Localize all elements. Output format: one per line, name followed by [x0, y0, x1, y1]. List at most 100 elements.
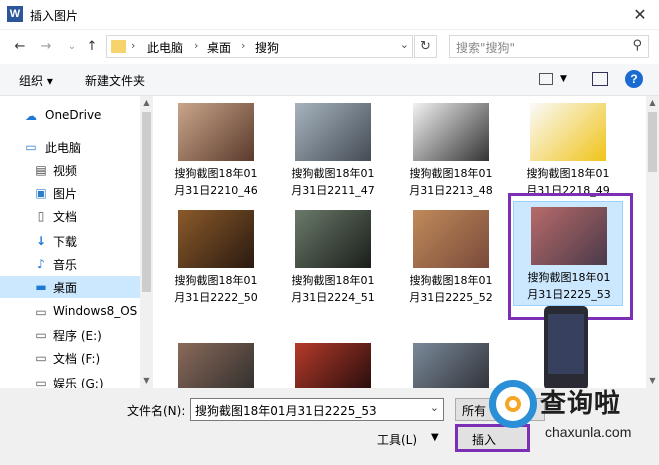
breadcrumb-desktop[interactable]: 桌面 [207, 39, 231, 56]
file-tile[interactable]: 搜狗截图18年01 月31日2222_50 [161, 205, 271, 310]
filename-label: 文件名(N): [127, 404, 186, 418]
file-tile[interactable]: 搜狗截图18年01 月31日2224_51 [278, 205, 388, 310]
preview-pane-icon[interactable] [592, 72, 608, 86]
sidebar-item-label: 此电脑 [45, 141, 82, 155]
filename-value: 搜狗截图18年01月31日2225_53 [195, 404, 377, 418]
breadcrumb-sogou[interactable]: 搜狗 [255, 39, 279, 56]
sidebar-item-music[interactable]: ♪ 音乐 [0, 253, 140, 275]
window-title: 插入图片 [30, 9, 79, 23]
file-thumbnail [295, 343, 371, 388]
file-name: 搜狗截图18年01 月31日2210_46 [174, 167, 258, 197]
document-icon: ▯ [37, 209, 45, 223]
navigation-pane: ☁ OneDrive ▭ 此电脑 ▤ 视频 ▣ 图片 ▯ 文档 ↓ 下载 ♪ 音… [0, 96, 153, 388]
command-toolbar: 组织 ▾ 新建文件夹 ▼ ? [0, 64, 659, 96]
scroll-down-icon[interactable]: ▼ [140, 374, 153, 388]
file-name: 搜狗截图18年01 月31日2211_47 [291, 167, 375, 197]
scroll-up-icon[interactable]: ▲ [140, 96, 153, 110]
view-dropdown-icon[interactable]: ▼ [560, 74, 567, 84]
sidebar-item-label: 娱乐 (G:) [53, 377, 104, 388]
sidebar-item-label: 桌面 [53, 281, 78, 295]
recent-dropdown-icon[interactable]: ⌄ [64, 38, 80, 56]
up-arrow-icon[interactable]: ↑ [84, 38, 100, 56]
filename-input[interactable]: 搜狗截图18年01月31日2225_53 ⌄ [190, 398, 444, 421]
watermark-text: 查询啦 [540, 389, 622, 419]
file-list-scroll-thumb[interactable] [648, 112, 657, 172]
sidebar-item-label: 视频 [53, 164, 78, 178]
sidebar-item-videos[interactable]: ▤ 视频 [0, 159, 140, 181]
file-tile[interactable] [396, 338, 506, 388]
file-list-scrollbar[interactable]: ▲ ▼ [646, 96, 659, 388]
search-placeholder: 搜索"搜狗" [456, 41, 516, 55]
sidebar-item-drive-g[interactable]: ▭ 娱乐 (G:) [0, 372, 140, 388]
sidebar-item-onedrive[interactable]: ☁ OneDrive [0, 105, 140, 127]
scroll-down-icon[interactable]: ▼ [646, 374, 659, 388]
sidebar-item-label: 音乐 [53, 258, 78, 272]
view-options-icon[interactable] [539, 73, 553, 85]
close-icon[interactable]: ✕ [629, 4, 651, 26]
sidebar-item-drive-e[interactable]: ▭ 程序 (E:) [0, 324, 140, 346]
title-bar: W 插入图片 ✕ [0, 0, 659, 30]
file-tile[interactable] [278, 338, 388, 388]
tools-button[interactable]: 工具(L) [377, 431, 417, 448]
file-thumbnail [178, 103, 254, 161]
drive-icon: ▭ [35, 376, 47, 388]
sidebar-item-label: 文档 (F:) [53, 352, 101, 366]
watermark-url: chaxunla.com [545, 424, 632, 440]
file-tile[interactable] [161, 338, 271, 388]
file-thumbnail [413, 210, 489, 268]
back-arrow-icon[interactable]: ← [12, 38, 28, 56]
file-name: 搜狗截图18年01 月31日2213_48 [409, 167, 493, 197]
help-icon[interactable]: ? [625, 70, 643, 88]
sidebar-item-downloads[interactable]: ↓ 下载 [0, 230, 140, 252]
sidebar-item-windows8-os[interactable]: ▭ Windows8_OS [0, 301, 140, 323]
tools-dropdown-icon[interactable]: ▼ [431, 432, 439, 443]
chevron-right-icon: › [194, 39, 199, 52]
address-bar[interactable]: › 此电脑 › 桌面 › 搜狗 ⌄ [106, 35, 413, 58]
forward-arrow-icon[interactable]: → [38, 38, 54, 56]
navigation-bar: ← → ⌄ ↑ › 此电脑 › 桌面 › 搜狗 ⌄ ↻ 搜索"搜狗" ⚲ [0, 30, 659, 64]
file-thumbnail [295, 210, 371, 268]
insert-button[interactable]: 插入 [455, 424, 530, 452]
sidebar-item-desktop[interactable]: ▬ 桌面 [0, 276, 140, 298]
sidebar-item-label: OneDrive [45, 108, 102, 122]
music-icon: ♪ [37, 257, 45, 271]
cloud-icon: ☁ [25, 109, 37, 123]
scroll-up-icon[interactable]: ▲ [646, 96, 659, 110]
file-name: 搜狗截图18年01 月31日2224_51 [291, 274, 375, 304]
file-tile[interactable]: 搜狗截图18年01 月31日2225_52 [396, 205, 506, 310]
file-thumbnail [413, 343, 489, 388]
sidebar-item-drive-f[interactable]: ▭ 文档 (F:) [0, 347, 140, 369]
search-icon: ⚲ [632, 38, 642, 53]
chevron-down-icon[interactable]: ⌄ [430, 401, 439, 414]
file-name: 搜狗截图18年01 月31日2225_52 [409, 274, 493, 304]
chevron-right-icon: › [131, 39, 136, 52]
refresh-icon[interactable]: ↻ [414, 35, 437, 58]
download-icon: ↓ [35, 234, 47, 248]
file-tile[interactable]: 搜狗截图18年01 月31日2213_48 [396, 98, 506, 203]
sidebar-item-pictures[interactable]: ▣ 图片 [0, 182, 140, 204]
file-thumbnail [178, 210, 254, 268]
file-tile[interactable]: 搜狗截图18年01 月31日2210_46 [161, 98, 271, 203]
sidebar-item-this-pc[interactable]: ▭ 此电脑 [0, 136, 140, 158]
sidebar-scrollbar[interactable]: ▲ ▼ [140, 96, 153, 388]
file-thumbnail [295, 103, 371, 161]
sidebar-item-label: 下载 [53, 235, 78, 249]
file-name: 搜狗截图18年01 月31日2222_50 [174, 274, 258, 304]
watermark-logo-icon [489, 380, 537, 428]
file-thumbnail [530, 103, 606, 161]
sidebar-scroll-thumb[interactable] [142, 112, 151, 292]
sidebar-item-documents[interactable]: ▯ 文档 [0, 205, 140, 227]
file-tile[interactable]: 搜狗截图18年01 月31日2218_49 [513, 98, 623, 203]
new-folder-button[interactable]: 新建文件夹 [85, 72, 145, 89]
search-input[interactable]: 搜索"搜狗" ⚲ [449, 35, 649, 58]
drive-icon: ▭ [35, 351, 47, 365]
filter-label: 所有 [462, 404, 487, 418]
drive-icon: ▭ [35, 305, 47, 319]
folder-icon [111, 40, 126, 53]
sidebar-item-label: 程序 (E:) [53, 329, 102, 343]
computer-icon: ▭ [25, 140, 37, 154]
file-tile[interactable]: 搜狗截图18年01 月31日2211_47 [278, 98, 388, 203]
organize-button[interactable]: 组织 ▾ [19, 72, 53, 89]
chevron-down-icon[interactable]: ⌄ [400, 38, 409, 51]
breadcrumb-this-pc[interactable]: 此电脑 [147, 39, 183, 56]
